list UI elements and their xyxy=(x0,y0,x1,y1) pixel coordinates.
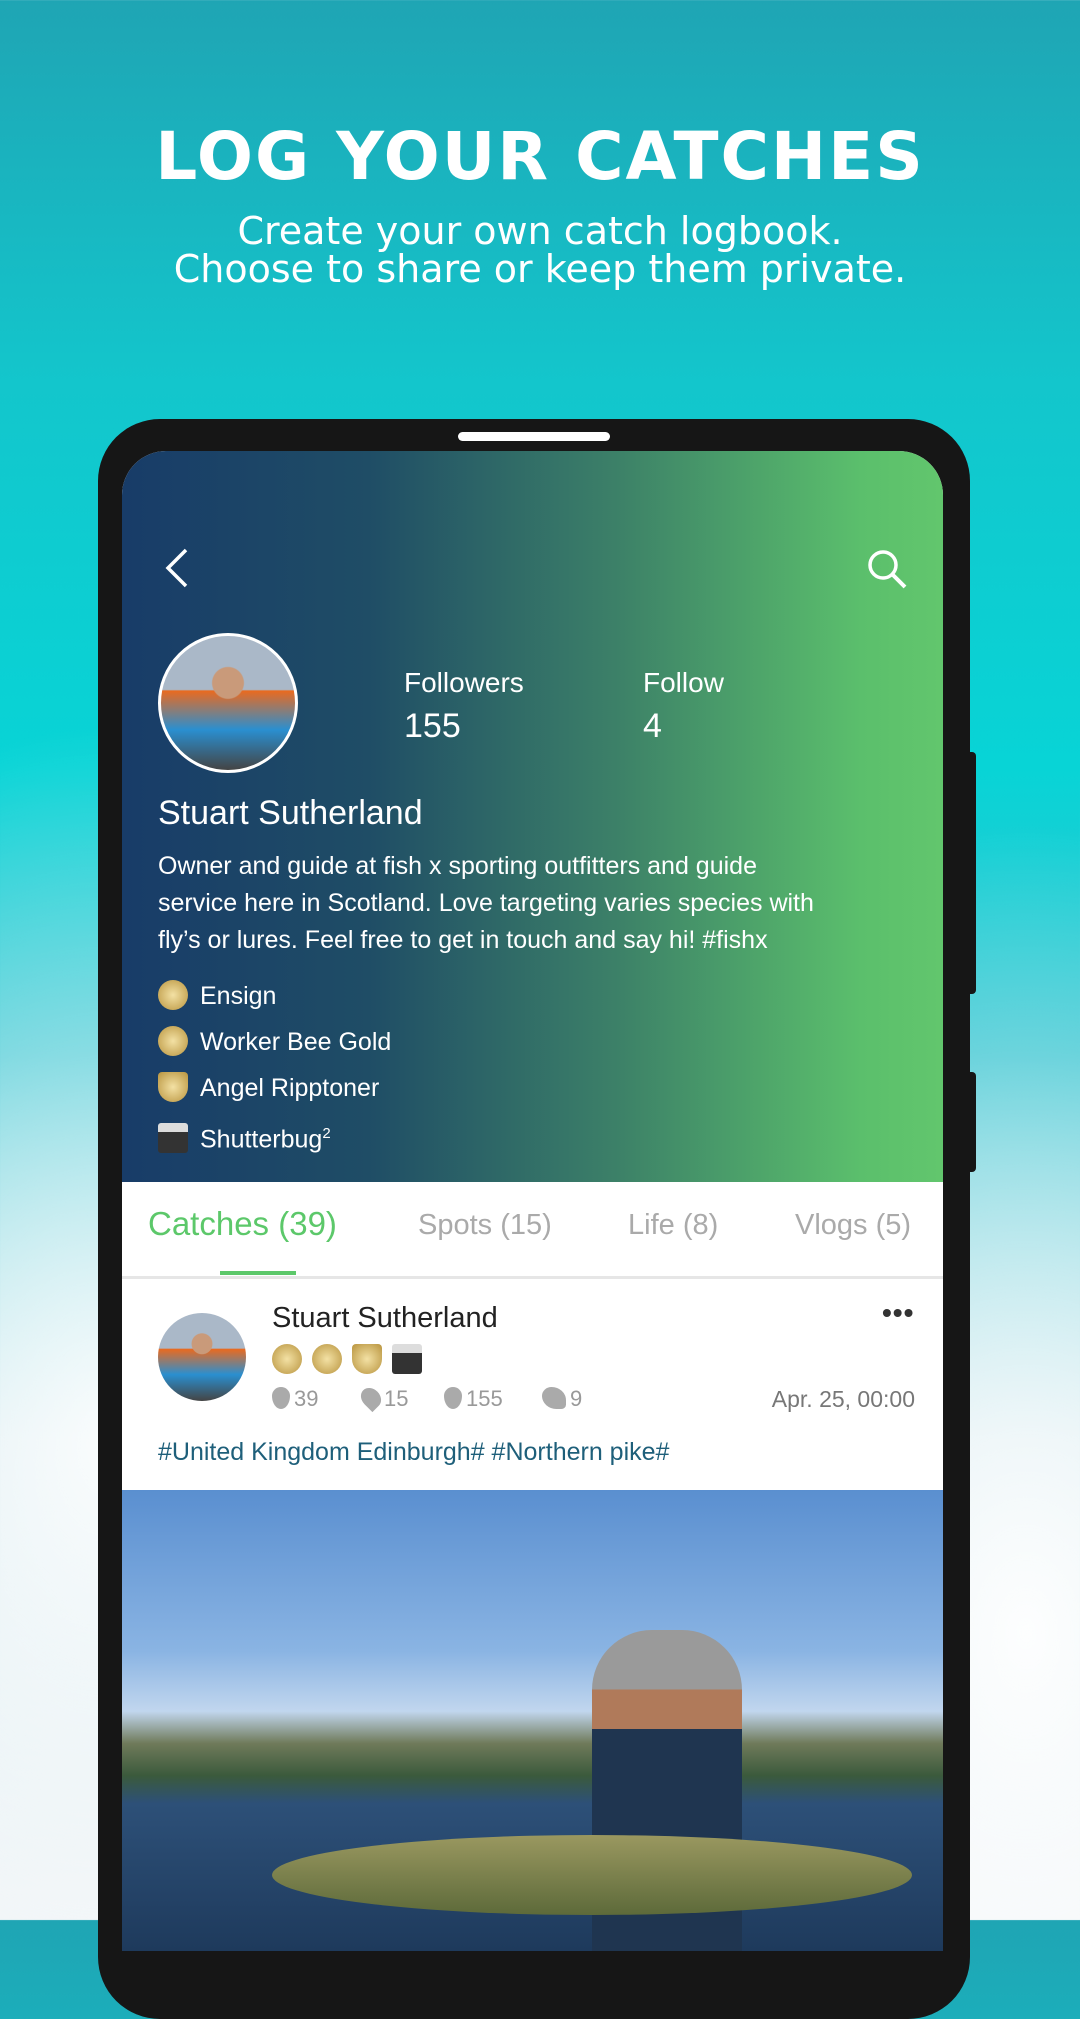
badge-ensign[interactable]: Ensign xyxy=(158,973,391,1019)
fish-icon xyxy=(542,1387,566,1409)
ensign-badge-icon xyxy=(158,980,188,1010)
camera-badge-icon xyxy=(392,1344,422,1374)
bio-line: Owner and guide at fish x sporting outfi… xyxy=(158,852,757,880)
profile-header: Followers 155 Follow 4 Stuart Sutherland… xyxy=(122,451,943,1182)
tab-life[interactable]: Life (8) xyxy=(628,1209,718,1242)
profile-avatar[interactable] xyxy=(158,633,298,773)
tab-indicator xyxy=(220,1271,296,1275)
tab-divider xyxy=(122,1276,943,1279)
followers-label: Followers xyxy=(404,667,524,698)
pike-fish xyxy=(272,1835,912,1915)
app-screen: Followers 155 Follow 4 Stuart Sutherland… xyxy=(122,451,943,1951)
badge-angel[interactable]: Angel Ripptoner xyxy=(158,1065,391,1111)
ensign-badge-icon xyxy=(272,1344,302,1374)
post-hashtags[interactable]: #United Kingdom Edinburgh# #Northern pik… xyxy=(158,1438,669,1467)
post-author-name[interactable]: Stuart Sutherland xyxy=(272,1302,498,1335)
follow-label: Follow xyxy=(643,667,724,698)
promo-title: LOG YOUR CATCHES xyxy=(155,118,925,195)
phone-notch xyxy=(458,432,610,441)
bio-line: service here in Scotland. Love targeting… xyxy=(158,889,814,917)
tab-vlogs[interactable]: Vlogs (5) xyxy=(795,1209,911,1242)
back-icon[interactable] xyxy=(162,546,192,590)
shield-badge-icon xyxy=(158,1072,188,1102)
phone-side-button xyxy=(966,1072,976,1172)
location-pin-icon xyxy=(356,1383,386,1413)
phone-side-button xyxy=(966,752,976,994)
stat-catches: 39 xyxy=(272,1386,318,1412)
promo-subtitle-2: Choose to share or keep them private. xyxy=(173,247,907,291)
shield-badge-icon xyxy=(352,1344,382,1374)
followers-count[interactable]: 155 xyxy=(404,707,461,746)
more-options-icon[interactable]: ••• xyxy=(882,1297,914,1329)
badge-shutterbug[interactable]: Shutterbug2 xyxy=(158,1111,391,1162)
stat-spots: 15 xyxy=(356,1383,408,1413)
camera-badge-icon xyxy=(158,1123,188,1154)
post-date: Apr. 25, 00:00 xyxy=(771,1386,915,1412)
worker-bee-badge-icon xyxy=(158,1026,188,1056)
search-icon[interactable] xyxy=(866,548,910,592)
tab-spots[interactable]: Spots (15) xyxy=(418,1209,552,1242)
stat-followers: 155 xyxy=(444,1386,503,1412)
worker-bee-badge-icon xyxy=(312,1344,342,1374)
profile-name: Stuart Sutherland xyxy=(158,794,423,832)
post-badges xyxy=(272,1344,422,1379)
post-author-avatar[interactable] xyxy=(158,1313,246,1401)
badge-worker-bee[interactable]: Worker Bee Gold xyxy=(158,1019,391,1065)
follow-count[interactable]: 4 xyxy=(643,707,662,746)
tab-catches[interactable]: Catches (39) xyxy=(148,1205,337,1243)
bio-line: fly’s or lures. Feel free to get in touc… xyxy=(158,926,768,954)
stat-fish: 9 xyxy=(542,1386,582,1412)
user-icon xyxy=(444,1387,462,1409)
catch-photo[interactable] xyxy=(122,1490,943,1951)
hook-fish-icon xyxy=(272,1387,290,1409)
